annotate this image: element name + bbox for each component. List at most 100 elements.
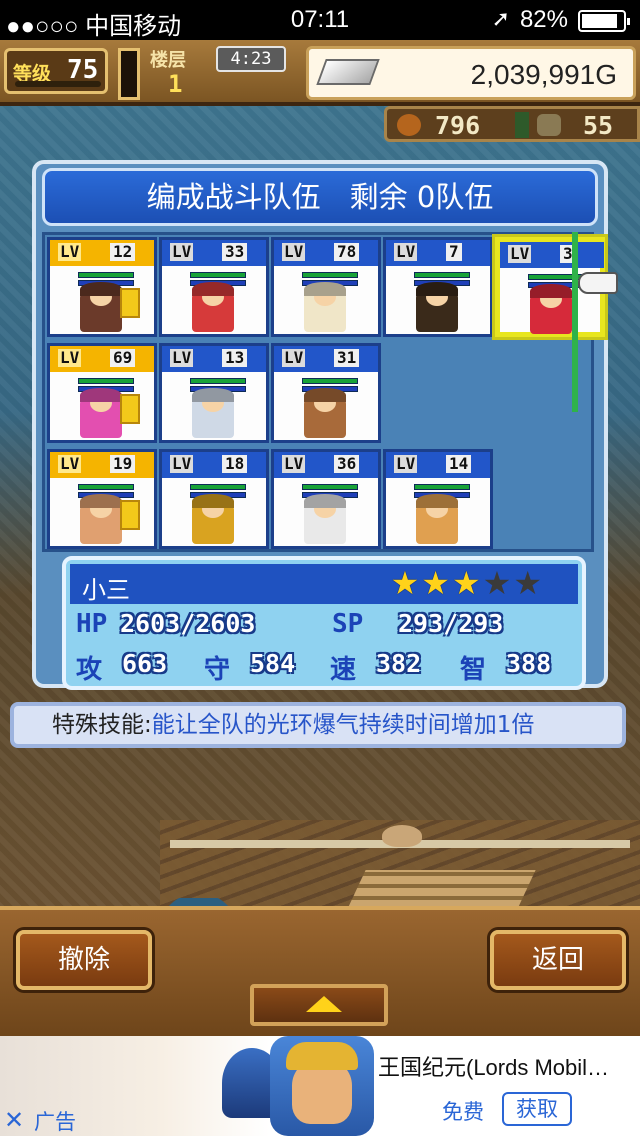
level-value: 19 [110, 455, 136, 473]
character-sprite [192, 394, 234, 438]
level-value: 78 [334, 243, 360, 261]
top-hud: 等级 75 楼层 1 4:23 2,039,991G [0, 40, 640, 106]
floor-value: 1 [168, 70, 183, 98]
ad-app-title[interactable]: 王国纪元(Lords Mobil… [378, 1050, 636, 1082]
character-slot[interactable]: LV 7 [383, 237, 493, 337]
character-sprite [304, 500, 346, 544]
back-button[interactable]: 返回 [490, 930, 626, 990]
energy-gauge [118, 48, 140, 100]
hp-bar [302, 272, 358, 278]
stat-row-hp-sp: HP 2603/2603 SP 293/293 [70, 608, 578, 646]
skill-description: 能让全队的光环爆气持续时间增加1倍 [151, 712, 535, 738]
hp-value: 2603/2603 [120, 609, 256, 638]
level-value: 14 [446, 455, 472, 473]
intelligence-value: 388 [506, 649, 552, 678]
speed-value: 382 [376, 649, 422, 678]
star-filled-icon: ★ [390, 564, 422, 602]
sp-value: 293/293 [398, 609, 504, 638]
level-value: 36 [334, 455, 360, 473]
hp-bar [302, 378, 358, 384]
level-label: LV [394, 242, 418, 261]
level-value: 18 [222, 455, 248, 473]
level-label: LV [282, 242, 306, 261]
level-value: 13 [222, 349, 248, 367]
location-icon: ➚ [491, 6, 510, 31]
character-slot[interactable]: LV 12 [47, 237, 157, 337]
resource-bar: 796 55 [384, 106, 640, 142]
character-sprite [304, 288, 346, 332]
character-slot[interactable]: LV 18 [159, 449, 269, 549]
level-label: LV [394, 454, 418, 473]
bottom-action-bar: 撤除 返回 [0, 906, 640, 1036]
hp-bar [78, 484, 134, 490]
character-sprite [192, 288, 234, 332]
pointing-hand-icon [578, 272, 618, 294]
character-header: 小三 ★★★★★ [70, 564, 578, 604]
star-filled-icon: ★ [421, 564, 452, 602]
level-label: LV [282, 348, 306, 367]
ad-close-icon[interactable]: ✕ [4, 1106, 24, 1134]
resource-separator [515, 112, 529, 138]
remove-button[interactable]: 撤除 [16, 930, 152, 990]
level-label: LV [58, 348, 82, 367]
rank-progress-bar [15, 81, 101, 87]
attack-value: 663 [122, 649, 168, 678]
character-slot[interactable]: LV 69 [47, 343, 157, 443]
meat-amount: 796 [435, 111, 481, 140]
character-slot[interactable]: LV 19 [47, 449, 157, 549]
app-icon[interactable] [270, 1036, 374, 1136]
hp-bar [78, 378, 134, 384]
character-info-card: 小三 ★★★★★ HP 2603/2603 SP 293/293 攻 663 守… [62, 556, 586, 690]
wood-icon [537, 114, 561, 136]
floor-display: 楼层 1 [150, 46, 220, 98]
ad-label: 广告 [34, 1110, 76, 1134]
character-slot[interactable]: LV 31 [271, 343, 381, 443]
character-sprite [80, 394, 122, 438]
hp-bar [190, 378, 246, 384]
expand-menu-button[interactable] [250, 984, 388, 1026]
level-label: LV [58, 454, 82, 473]
level-value: 7 [446, 243, 462, 261]
ad-price: 免费 [442, 1100, 484, 1124]
hp-bar [414, 272, 470, 278]
star-empty-icon: ★ [482, 564, 514, 602]
level-value: 33 [222, 243, 248, 261]
floor-label: 楼层 [150, 50, 186, 71]
character-slot[interactable]: LV 36 [271, 449, 381, 549]
skill-label: 特殊技能: [52, 712, 152, 738]
meat-icon [397, 114, 421, 136]
arrow-up-icon [306, 996, 342, 1012]
hp-label: HP [76, 609, 108, 639]
level-value: 12 [110, 243, 136, 261]
intelligence-label: 智 [460, 655, 487, 685]
character-slot[interactable]: LV 13 [159, 343, 269, 443]
panel-title: 编成战斗队伍 剩余 0队伍 [42, 168, 598, 226]
rank-display[interactable]: 等级 75 [4, 48, 108, 94]
hp-bar [302, 484, 358, 490]
character-slot[interactable]: LV 14 [383, 449, 493, 549]
hp-bar [190, 272, 246, 278]
character-sprite [80, 288, 122, 332]
character-sprite [416, 500, 458, 544]
hp-bar [78, 272, 134, 278]
battery-icon [578, 10, 630, 32]
sp-label: SP [332, 609, 364, 639]
attack-label: 攻 [76, 655, 103, 685]
roster-scrollbar[interactable] [572, 232, 578, 412]
ad-banner[interactable]: 王国纪元(Lords Mobil… 免费 获取 ✕ 广告 [0, 1036, 640, 1136]
partner-icon [120, 288, 140, 318]
character-sprite [304, 394, 346, 438]
speed-label: 速 [330, 655, 357, 685]
level-label: LV [170, 242, 194, 261]
partner-icon [120, 500, 140, 530]
character-slot[interactable]: LV 33 [159, 237, 269, 337]
wood-amount: 55 [583, 111, 614, 140]
gold-display[interactable]: 2,039,991G [306, 46, 636, 100]
character-slot[interactable]: LV 78 [271, 237, 381, 337]
level-label: LV [170, 348, 194, 367]
ad-get-button[interactable]: 获取 [502, 1092, 572, 1126]
character-sprite [192, 500, 234, 544]
level-label: LV [170, 454, 194, 473]
level-value: 69 [110, 349, 136, 367]
special-skill-box: 特殊技能:能让全队的光环爆气持续时间增加1倍 [10, 702, 626, 748]
